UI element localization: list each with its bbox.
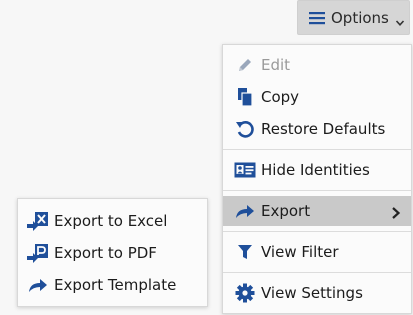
pencil-icon	[234, 55, 256, 75]
restore-icon	[234, 119, 256, 139]
menu-item-label: View Settings	[261, 284, 363, 302]
menu-item-label: Restore Defaults	[261, 120, 386, 138]
menu-divider	[223, 149, 411, 150]
menu-divider	[223, 231, 411, 232]
options-menu: Edit Copy Restore Defaults Hide Identiti…	[222, 44, 412, 314]
options-button-label: Options	[331, 8, 389, 27]
menu-item-label: Hide Identities	[261, 161, 370, 179]
menu-item-view-settings[interactable]: View Settings	[223, 278, 411, 308]
gear-icon	[234, 283, 256, 303]
excel-export-icon	[27, 211, 49, 231]
submenu-item-label: Export to Excel	[54, 212, 168, 230]
copy-icon	[234, 87, 256, 107]
menu-item-restore-defaults[interactable]: Restore Defaults	[223, 114, 411, 144]
filter-icon	[234, 242, 256, 262]
submenu-item-label: Export to PDF	[54, 244, 157, 262]
options-button[interactable]: Options	[297, 0, 410, 35]
menu-item-view-filter[interactable]: View Filter	[223, 237, 411, 267]
submenu-item-export-to-pdf[interactable]: Export to PDF	[18, 238, 207, 268]
menu-item-label: Edit	[261, 56, 291, 74]
menu-item-label: Export	[261, 202, 311, 220]
export-submenu: Export to Excel Export to PDF Export Tem…	[17, 198, 208, 307]
submenu-item-export-to-excel[interactable]: Export to Excel	[18, 206, 207, 236]
share-arrow-icon	[234, 201, 256, 221]
submenu-item-export-template[interactable]: Export Template	[18, 270, 207, 300]
share-arrow-icon	[27, 275, 49, 295]
menu-item-label: View Filter	[261, 243, 339, 261]
menu-item-copy[interactable]: Copy	[223, 82, 411, 112]
menu-item-label: Copy	[261, 88, 300, 106]
menu-item-edit: Edit	[223, 50, 411, 80]
menu-item-hide-identities[interactable]: Hide Identities	[223, 155, 411, 185]
chevron-right-icon	[391, 205, 401, 219]
menu-divider	[223, 190, 411, 191]
menu-lines-icon	[309, 11, 325, 25]
pdf-export-icon	[27, 243, 49, 263]
menu-item-export[interactable]: Export	[223, 196, 411, 226]
id-card-icon	[234, 160, 256, 180]
submenu-item-label: Export Template	[54, 276, 177, 294]
menu-divider	[223, 272, 411, 273]
chevron-down-icon	[395, 13, 405, 26]
